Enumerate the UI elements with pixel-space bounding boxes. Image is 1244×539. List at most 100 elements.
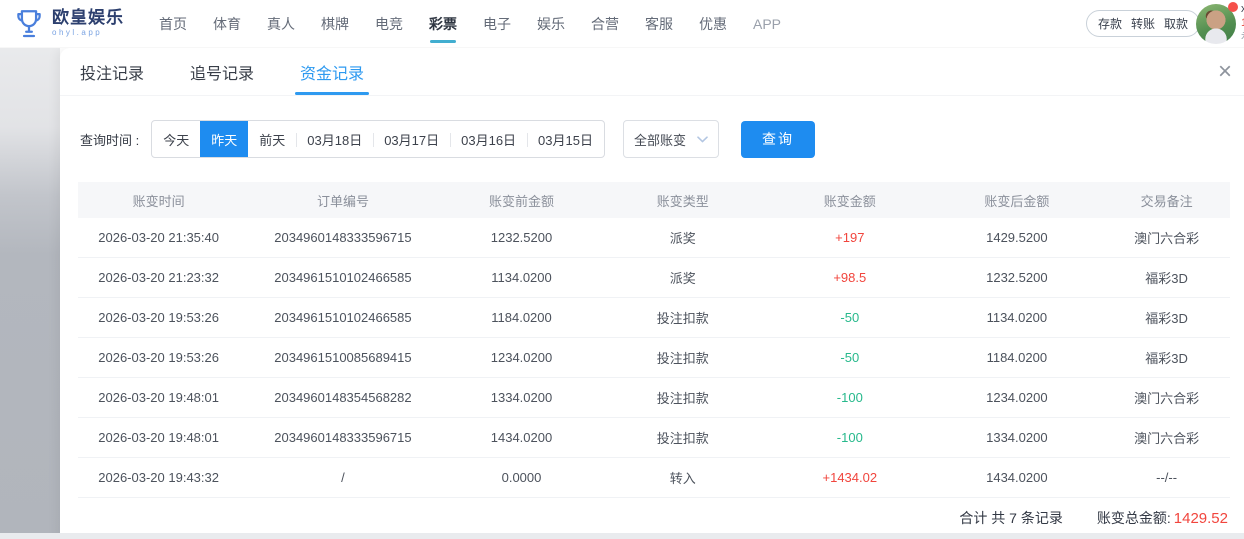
cell-remark: 福彩3D <box>1103 268 1230 287</box>
column-header: 交易备注 <box>1103 191 1230 210</box>
cell-change-time: 2026-03-20 21:35:40 <box>78 230 239 245</box>
cell-order-number: 2034960148333596715 <box>239 230 446 245</box>
wallet-actions-pill: 存款转账取款 <box>1086 10 1200 37</box>
nav-item[interactable]: 电子 <box>476 0 518 48</box>
nav-item[interactable]: 优惠 <box>692 0 734 48</box>
brand-logo[interactable]: 欧皇娱乐 ohyl.app <box>12 7 124 41</box>
cell-amount-before: 1334.0200 <box>447 390 597 405</box>
nav-item[interactable]: 电竞 <box>368 0 410 48</box>
cell-amount-after: 1434.0200 <box>930 470 1103 485</box>
close-icon[interactable]: × <box>1212 58 1238 86</box>
table-row: 2026-03-20 19:43:32 / 0.0000 转入 +1434.02… <box>78 458 1230 498</box>
cell-remark: --/-- <box>1103 470 1230 485</box>
nav-item[interactable]: 彩票 <box>422 0 464 48</box>
table-row: 2026-03-20 19:53:26 2034961510102466585 … <box>78 298 1230 338</box>
cell-change-type: 投注扣款 <box>596 348 769 367</box>
column-header: 账变类型 <box>596 191 769 210</box>
date-filter-button[interactable]: 03月15日 <box>527 121 604 157</box>
cell-change-amount: +1434.02 <box>769 470 930 485</box>
cell-order-number: 2034961510102466585 <box>239 270 446 285</box>
cell-change-type: 投注扣款 <box>596 308 769 327</box>
cell-amount-after: 1184.0200 <box>930 350 1103 365</box>
account-type-value: 全部账变 <box>634 130 686 149</box>
page-background-strip <box>0 48 60 539</box>
table-row: 2026-03-20 19:53:26 2034961510085689415 … <box>78 338 1230 378</box>
wallet-action-button[interactable]: 取款 <box>1164 15 1188 32</box>
records-tabs: 投注记录追号记录资金记录 <box>80 48 364 95</box>
brand-subtitle: ohyl.app <box>52 29 124 38</box>
user-avatar-wrap <box>1196 4 1236 44</box>
cell-change-amount: +197 <box>769 230 930 245</box>
records-tab[interactable]: 资金记录 <box>300 48 364 95</box>
cell-amount-after: 1429.5200 <box>930 230 1103 245</box>
top-navigation-bar: 欧皇娱乐 ohyl.app 首页体育真人棋牌电竞彩票电子娱乐合营客服优惠APP … <box>0 0 1244 48</box>
cell-amount-before: 1232.5200 <box>447 230 597 245</box>
column-header: 订单编号 <box>239 191 446 210</box>
total-amount-value: 1429.52 <box>1174 510 1228 527</box>
total-amount: 账变总金额:1429.52 <box>1097 508 1228 528</box>
nav-item[interactable]: 首页 <box>152 0 194 48</box>
column-header: 账变后金额 <box>930 191 1103 210</box>
column-header: 账变前金额 <box>447 191 597 210</box>
date-filter-button[interactable]: 03月18日 <box>296 121 373 157</box>
filter-row: 查询时间 : 今天昨天前天03月18日03月17日03月16日03月15日 全部… <box>80 120 1244 158</box>
query-button[interactable]: 查询 <box>741 121 815 158</box>
nav-item[interactable]: APP <box>746 0 788 48</box>
cell-order-number: 2034960148333596715 <box>239 430 446 445</box>
table-footer: 合计 共 7 条记录 账变总金额:1429.52 <box>78 498 1230 538</box>
cell-change-time: 2026-03-20 19:53:26 <box>78 310 239 325</box>
cell-order-number: 2034960148354568282 <box>239 390 446 405</box>
trophy-logo-icon <box>12 7 46 41</box>
cell-order-number: 2034961510085689415 <box>239 350 446 365</box>
records-tab[interactable]: 投注记录 <box>80 48 144 95</box>
date-filter-button[interactable]: 今天 <box>152 121 200 157</box>
records-tab[interactable]: 追号记录 <box>190 48 254 95</box>
table-row: 2026-03-20 19:48:01 2034960148354568282 … <box>78 378 1230 418</box>
cell-order-number: / <box>239 470 446 485</box>
cell-amount-before: 1134.0200 <box>447 270 597 285</box>
cell-change-time: 2026-03-20 19:53:26 <box>78 350 239 365</box>
cell-amount-after: 1134.0200 <box>930 310 1103 325</box>
date-filter-button[interactable]: 03月16日 <box>450 121 527 157</box>
brand-text: 欧皇娱乐 ohyl.app <box>52 9 124 38</box>
cell-amount-after: 1232.5200 <box>930 270 1103 285</box>
cell-change-time: 2026-03-20 19:43:32 <box>78 470 239 485</box>
cell-change-type: 派奖 <box>596 228 769 247</box>
table-row: 2026-03-20 21:23:32 2034961510102466585 … <box>78 258 1230 298</box>
date-filter-button[interactable]: 前天 <box>248 121 296 157</box>
cell-remark: 澳门六合彩 <box>1103 388 1230 407</box>
main-navigation: 首页体育真人棋牌电竞彩票电子娱乐合营客服优惠 APP <box>152 0 788 48</box>
nav-item[interactable]: 体育 <box>206 0 248 48</box>
wallet-action-button[interactable]: 存款 <box>1098 15 1122 32</box>
cell-change-amount: -100 <box>769 390 930 405</box>
filter-label: 查询时间 : <box>80 130 139 149</box>
date-filter-button[interactable]: 昨天 <box>200 121 248 157</box>
page-bottom-band <box>0 533 1244 539</box>
nav-item[interactable]: 真人 <box>260 0 302 48</box>
wallet-action-button[interactable]: 转账 <box>1131 15 1155 32</box>
total-amount-label: 账变总金额: <box>1097 510 1171 526</box>
table-row: 2026-03-20 19:48:01 2034960148333596715 … <box>78 418 1230 458</box>
cell-change-time: 2026-03-20 21:23:32 <box>78 270 239 285</box>
cell-change-type: 转入 <box>596 468 769 487</box>
record-count-text: 合计 共 7 条记录 <box>959 508 1062 528</box>
records-tabs-bar: 投注记录追号记录资金记录 × <box>60 48 1244 96</box>
cell-change-amount: +98.5 <box>769 270 930 285</box>
cell-change-type: 投注扣款 <box>596 428 769 447</box>
cell-change-amount: -50 <box>769 350 930 365</box>
cell-amount-before: 1234.0200 <box>447 350 597 365</box>
cell-change-type: 投注扣款 <box>596 388 769 407</box>
cell-remark: 澳门六合彩 <box>1103 228 1230 247</box>
nav-item[interactable]: 合营 <box>584 0 626 48</box>
cell-order-number: 2034961510102466585 <box>239 310 446 325</box>
account-type-select[interactable]: 全部账变 <box>623 120 719 158</box>
notification-dot <box>1228 2 1238 12</box>
funds-table: 账变时间订单编号账变前金额账变类型账变金额账变后金额交易备注 2026-03-2… <box>78 182 1230 538</box>
nav-item[interactable]: 棋牌 <box>314 0 356 48</box>
cell-amount-before: 1434.0200 <box>447 430 597 445</box>
nav-item[interactable]: 客服 <box>638 0 680 48</box>
nav-item[interactable]: 娱乐 <box>530 0 572 48</box>
column-header: 账变时间 <box>78 191 239 210</box>
date-filter-button[interactable]: 03月17日 <box>373 121 450 157</box>
cell-amount-after: 1234.0200 <box>930 390 1103 405</box>
